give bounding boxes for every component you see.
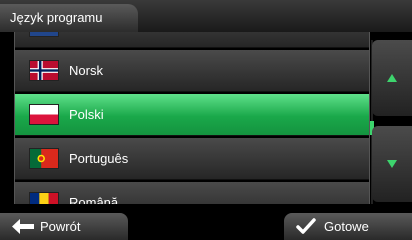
list-item-label: Română xyxy=(69,195,119,204)
scroll-controls xyxy=(372,40,412,204)
list-item-label: Nederlands xyxy=(69,32,136,47)
list-item-label: Norsk xyxy=(69,63,103,78)
list-item-norsk[interactable]: Norsk xyxy=(15,50,369,92)
romania-flag-icon xyxy=(29,192,59,204)
done-button[interactable]: Gotowe xyxy=(284,213,412,240)
title-bar: Język programu xyxy=(0,0,412,32)
list-item-polski[interactable]: Polski xyxy=(15,94,369,136)
language-list[interactable]: Nederlands Norsk Polski xyxy=(14,32,370,204)
norway-flag-icon xyxy=(29,60,59,81)
arrow-up-icon xyxy=(387,74,397,82)
back-button-label: Powrót xyxy=(40,219,81,234)
list-item-nederlands[interactable]: Nederlands xyxy=(15,32,369,48)
list-item-label: Português xyxy=(69,151,129,166)
checkmark-icon xyxy=(296,218,316,234)
list-item-label: Polski xyxy=(69,107,104,122)
bottom-bar: Powrót Gotowe xyxy=(0,213,412,240)
scroll-up-button[interactable] xyxy=(372,40,412,116)
portugal-flag-icon xyxy=(29,148,59,169)
arrow-left-icon xyxy=(12,219,34,234)
list-item-portugues[interactable]: Português xyxy=(15,138,369,180)
netherlands-flag-icon xyxy=(29,32,59,37)
list-item-romana[interactable]: Română xyxy=(15,182,369,204)
arrow-down-icon xyxy=(387,160,397,168)
scroll-down-button[interactable] xyxy=(372,126,412,202)
poland-flag-icon xyxy=(29,104,59,125)
back-button[interactable]: Powrót xyxy=(0,213,128,240)
screen-title: Język programu xyxy=(0,4,138,32)
done-button-label: Gotowe xyxy=(324,219,369,234)
